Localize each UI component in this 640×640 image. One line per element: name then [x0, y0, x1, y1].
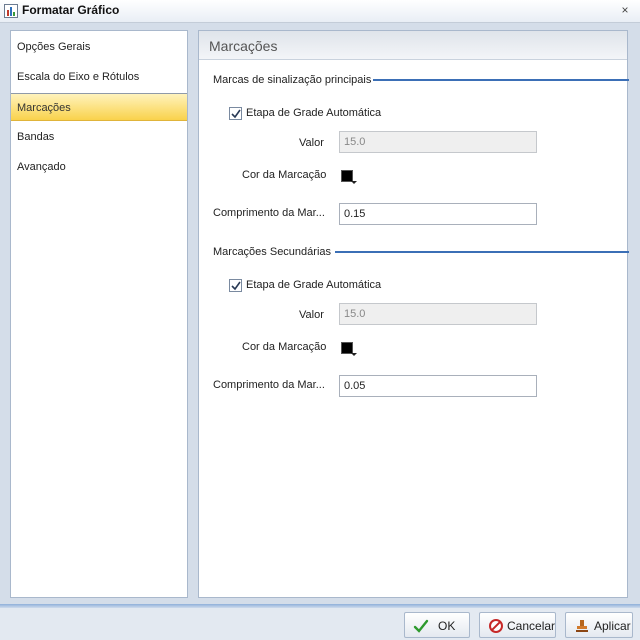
major-length-label: Comprimento da Mar...: [213, 207, 325, 219]
major-ticks-group-label: Marcas de sinalização principais: [213, 74, 372, 86]
checkmark-icon: [231, 109, 241, 119]
minor-color-label: Cor da Marcação: [242, 341, 327, 353]
checkmark-icon: [413, 619, 429, 633]
major-value-label: Valor: [299, 137, 324, 149]
major-color-label: Cor da Marcação: [242, 169, 327, 181]
major-value-input[interactable]: [339, 131, 537, 153]
close-button[interactable]: ×: [618, 3, 632, 17]
sidebar-item-escala-eixo-rotulos[interactable]: Escala do Eixo e Rótulos: [11, 63, 187, 91]
ok-button[interactable]: OK: [404, 612, 470, 638]
cancel-icon: [489, 619, 503, 633]
minor-ticks-divider: [335, 251, 629, 253]
cancel-button[interactable]: Cancelar: [479, 612, 556, 638]
apply-stamp-icon: [576, 620, 588, 632]
sidebar-item-avancado[interactable]: Avançado: [11, 153, 187, 181]
sidebar-item-marcacoes[interactable]: Marcações: [11, 93, 187, 121]
minor-color-picker[interactable]: [340, 340, 357, 358]
cancel-button-label: Cancelar: [507, 619, 556, 633]
minor-auto-step-label[interactable]: Etapa de Grade Automática: [246, 279, 381, 291]
title-bar: Formatar Gráfico ×: [0, 0, 640, 23]
dropdown-arrow-icon: [351, 353, 357, 356]
content-header: Marcações: [199, 31, 627, 60]
sidebar-item-opcoes-gerais[interactable]: Opções Gerais: [11, 33, 187, 61]
sidebar-item-label: Avançado: [17, 161, 66, 173]
minor-length-input[interactable]: [339, 375, 537, 397]
major-ticks-divider: [373, 79, 629, 81]
sidebar-item-label: Escala do Eixo e Rótulos: [17, 71, 140, 83]
apply-button-label: Aplicar: [594, 619, 631, 633]
minor-length-label: Comprimento da Mar...: [213, 379, 325, 391]
content-panel: Marcações Marcas de sinalização principa…: [198, 30, 629, 598]
major-color-picker[interactable]: [340, 168, 357, 186]
minor-value-label: Valor: [299, 309, 324, 321]
major-length-input[interactable]: [339, 203, 537, 225]
major-auto-step-label[interactable]: Etapa de Grade Automática: [246, 107, 381, 119]
checkmark-icon: [231, 281, 241, 291]
minor-value-input[interactable]: [339, 303, 537, 325]
chart-icon: [4, 4, 18, 18]
sidebar: Opções Gerais Escala do Eixo e Rótulos M…: [10, 30, 188, 598]
page-title: Marcações: [209, 38, 278, 54]
ok-button-label: OK: [438, 619, 456, 633]
apply-button[interactable]: Aplicar: [565, 612, 633, 638]
sidebar-item-label: Opções Gerais: [17, 41, 91, 53]
minor-auto-step-checkbox[interactable]: [229, 279, 242, 292]
sidebar-item-bandas[interactable]: Bandas: [11, 123, 187, 151]
sidebar-item-label: Marcações: [17, 102, 71, 114]
sidebar-item-label: Bandas: [17, 131, 55, 143]
window-title: Formatar Gráfico: [22, 3, 120, 17]
major-auto-step-checkbox[interactable]: [229, 107, 242, 120]
dropdown-arrow-icon: [351, 181, 357, 184]
minor-ticks-group-label: Marcações Secundárias: [213, 246, 332, 258]
